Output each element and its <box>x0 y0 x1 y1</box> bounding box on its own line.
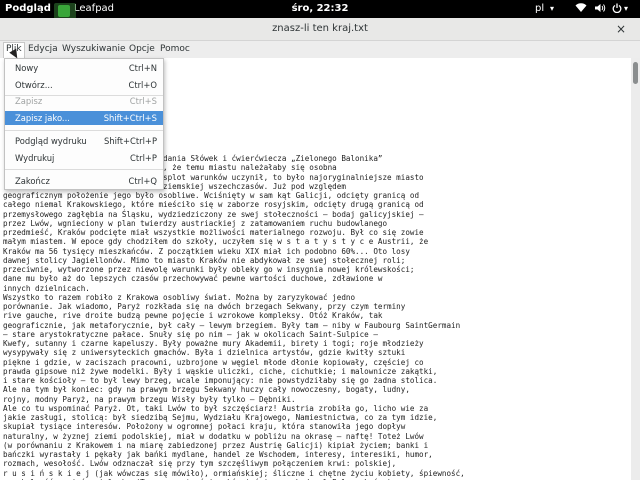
menu-item-label: Nowy <box>15 63 39 73</box>
keyboard-language[interactable]: pl <box>535 3 544 15</box>
menu-item-save-as[interactable]: Zapisz jako... Shift+Ctrl+S <box>5 111 163 125</box>
system-top-bar: Podgląd Leafpad śro, 22:32 pl ▾ ▾ <box>0 0 640 19</box>
menu-item-label: Zapisz jako... <box>15 113 70 123</box>
window-title-bar[interactable]: znasz-li ten kraj.txt × <box>0 18 640 41</box>
vertical-scrollbar[interactable] <box>631 58 640 480</box>
volume-icon[interactable] <box>594 3 606 17</box>
file-menu-dropdown: Nowy Ctrl+N Otwórz... Ctrl+O Zapisz Ctrl… <box>4 58 164 190</box>
menu-item-print-preview[interactable]: Podgląd wydruku Shift+Ctrl+P <box>5 135 163 147</box>
scrollbar-thumb[interactable] <box>633 62 638 84</box>
document-text: dania Słówek i ćwierćwiecza „Zielonego B… <box>3 154 465 480</box>
close-button[interactable]: × <box>614 22 628 36</box>
menu-item-shortcut: Ctrl+Q <box>128 176 157 186</box>
menu-item-label: Zakończ <box>15 176 50 186</box>
menu-item-label: Zapisz <box>15 96 43 106</box>
menu-item-shortcut: Ctrl+P <box>130 153 157 163</box>
menu-search[interactable]: Wyszukiwanie <box>60 43 128 56</box>
wifi-icon[interactable] <box>575 3 587 17</box>
chevron-down-icon: ▾ <box>550 4 555 13</box>
menu-item-label: Otwórz... <box>15 80 53 90</box>
menu-help[interactable]: Pomoc <box>158 43 192 56</box>
menu-edit[interactable]: Edycja <box>26 43 60 56</box>
menu-item-quit[interactable]: Zakończ Ctrl+Q <box>5 175 163 187</box>
menu-separator <box>5 169 163 170</box>
menu-item-shortcut: Shift+Ctrl+S <box>103 113 157 123</box>
menu-item-save[interactable]: Zapisz Ctrl+S <box>5 95 163 107</box>
menu-item-shortcut: Ctrl+N <box>128 63 157 73</box>
menu-item-label: Podgląd wydruku <box>15 136 87 146</box>
power-icon[interactable] <box>612 3 622 17</box>
menu-bar: Plik Edycja Wyszukiwanie Opcje Pomoc <box>0 41 640 58</box>
menu-item-open[interactable]: Otwórz... Ctrl+O <box>5 79 163 91</box>
menu-item-shortcut: Ctrl+O <box>128 80 157 90</box>
menu-item-shortcut: Shift+Ctrl+P <box>103 136 157 146</box>
menu-options[interactable]: Opcje <box>127 43 157 56</box>
menu-separator <box>5 130 163 131</box>
menu-item-new[interactable]: Nowy Ctrl+N <box>5 62 163 74</box>
menu-item-label: Wydrukuj <box>15 153 55 163</box>
window-title: znasz-li ten kraj.txt <box>272 23 368 34</box>
menu-item-shortcut: Ctrl+S <box>129 96 157 106</box>
menu-item-print[interactable]: Wydrukuj Ctrl+P <box>5 152 163 164</box>
chevron-down-icon: ▾ <box>624 4 629 13</box>
